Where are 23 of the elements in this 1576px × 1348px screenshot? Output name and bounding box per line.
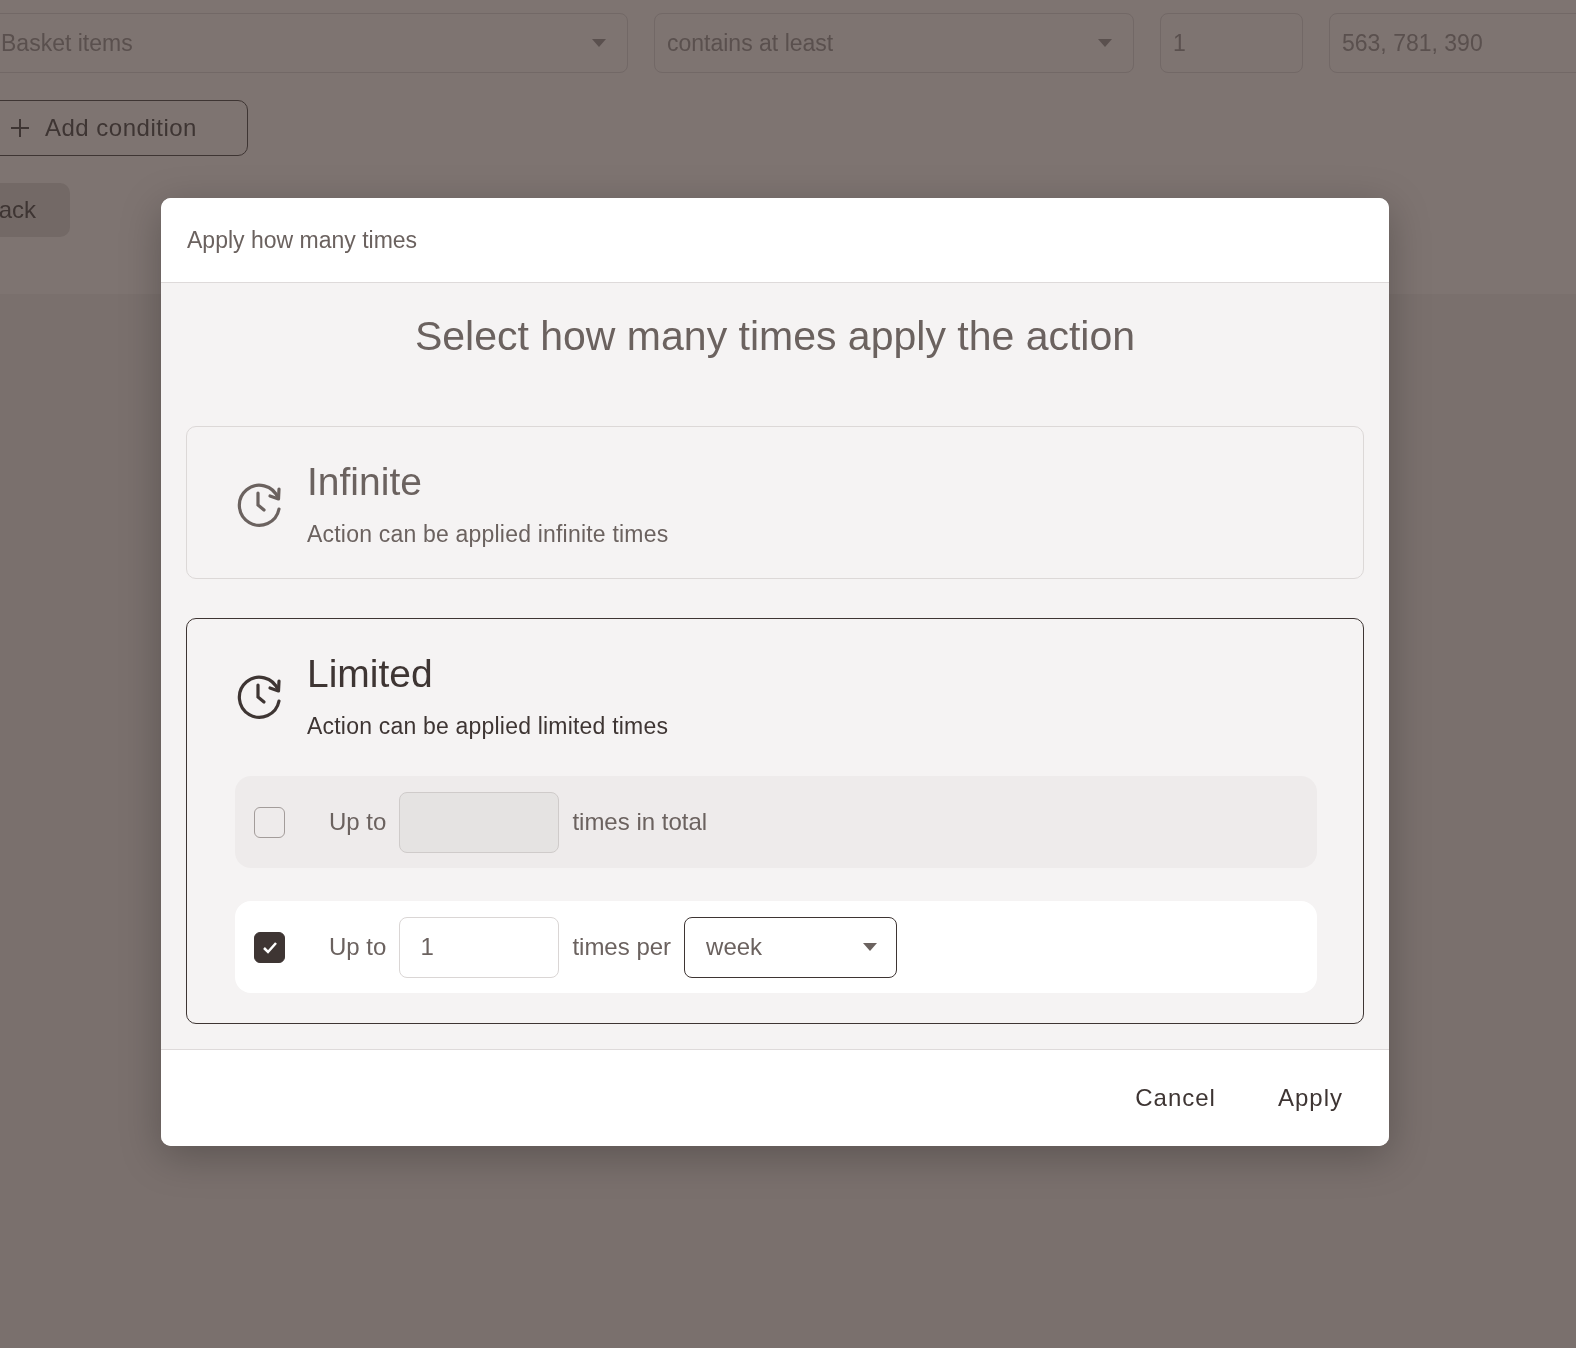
dialog-button[interactable]: Cancel [1119,1074,1232,1122]
checkbox[interactable] [254,931,285,963]
limit-label: times per [572,933,672,961]
limit-label: times in total [572,808,708,836]
dialog-heading: Select how many times apply the action [413,313,1137,360]
option-description: Action can be applied infinite times [307,521,669,548]
limit-label: Up to [329,808,387,836]
caret-icon [1097,38,1113,48]
checkbox[interactable] [254,806,285,838]
check-icon [261,940,278,954]
option-title: Infinite [307,459,423,505]
caret-icon [591,38,607,48]
caret-icon [862,942,879,952]
option-description: Action can be applied limited times [307,713,669,740]
period-select[interactable]: week [684,916,898,978]
option-card[interactable]: Infinite Action can be applied infinite times [186,426,1364,579]
number-input[interactable]: 1 [399,916,560,978]
option-title: Limited [307,651,434,697]
plus-icon [9,117,31,139]
limit-label: Up to [329,933,387,961]
dialog-button[interactable]: Apply [1261,1074,1359,1122]
option-card[interactable]: Limited Action can be applied limited times Up to times in total Up to 1 times per week [186,618,1364,1024]
dialog-title: Apply how many times [161,198,1389,283]
